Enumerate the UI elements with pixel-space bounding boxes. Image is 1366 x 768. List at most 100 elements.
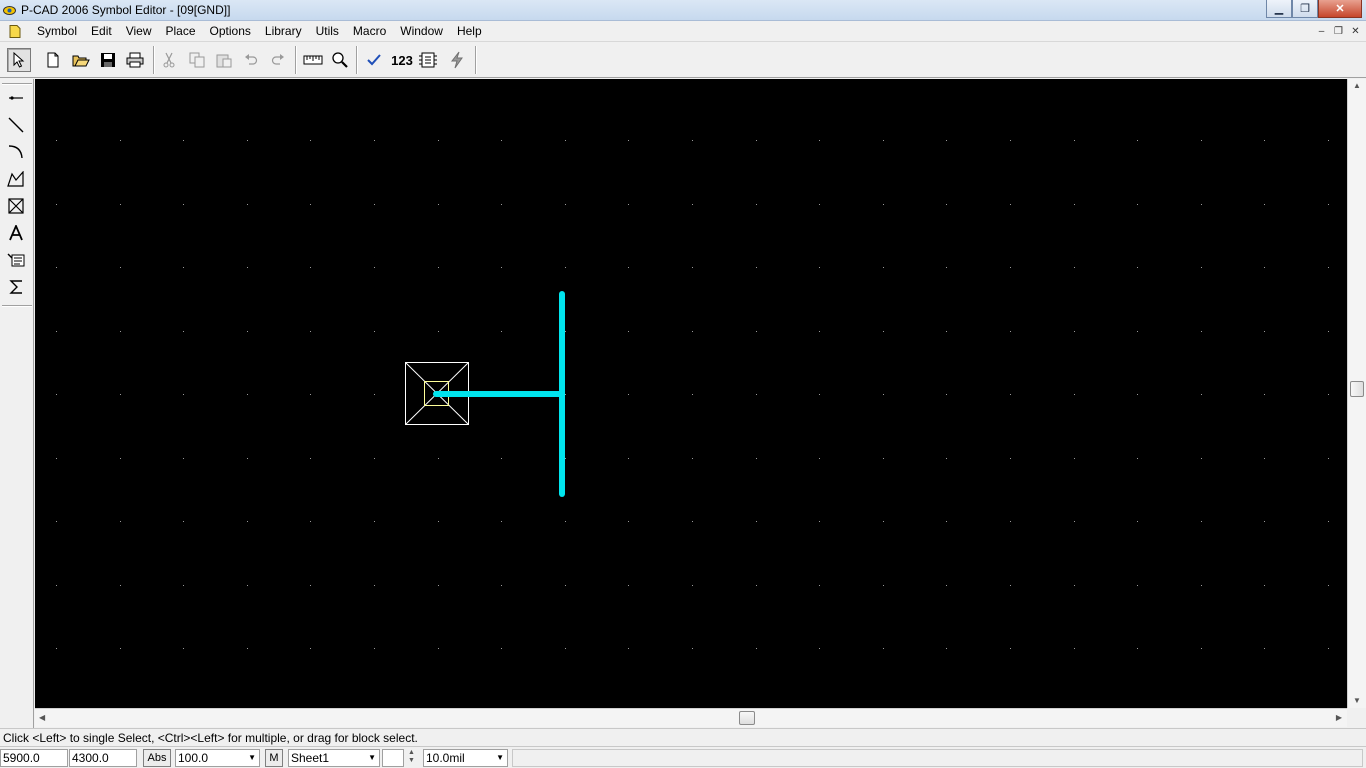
grid-dot [1264, 458, 1265, 459]
grid-dot [438, 140, 439, 141]
select-tool-button[interactable] [7, 48, 31, 72]
grid-dot [310, 267, 311, 268]
place-attribute-button[interactable] [5, 249, 27, 271]
zoom-select[interactable]: 100.0 ▼ [175, 749, 260, 767]
x-coordinate-field[interactable]: 5900.0 [0, 749, 68, 767]
maximize-button[interactable]: ❐ [1292, 0, 1318, 18]
grid-dot [819, 204, 820, 205]
grid-dot [1264, 585, 1265, 586]
floppy-disk-icon [101, 53, 115, 67]
redo-button[interactable] [266, 48, 290, 72]
grid-dot [756, 267, 757, 268]
arrow-cursor-icon [13, 52, 25, 68]
cut-button[interactable] [157, 48, 181, 72]
menu-options[interactable]: Options [203, 24, 258, 39]
new-button[interactable] [41, 48, 65, 72]
grid-dot [565, 458, 566, 459]
horizontal-scroll-thumb[interactable] [739, 711, 755, 725]
place-pin-button[interactable] [5, 87, 27, 109]
save-button[interactable] [96, 48, 120, 72]
scroll-right-icon[interactable]: ▶ [1336, 713, 1342, 722]
copy-button[interactable] [185, 48, 209, 72]
menu-view[interactable]: View [119, 24, 159, 39]
grid-dot [946, 521, 947, 522]
mdi-minimize-button[interactable]: – [1313, 24, 1330, 39]
y-coordinate-field[interactable]: 4300.0 [69, 749, 137, 767]
place-line-button[interactable] [5, 114, 27, 136]
document-icon[interactable] [9, 25, 21, 38]
grid-dot [628, 585, 629, 586]
menu-window[interactable]: Window [393, 24, 450, 39]
menu-utils[interactable]: Utils [309, 24, 346, 39]
scroll-left-icon[interactable]: ◀ [39, 713, 45, 722]
menu-place[interactable]: Place [159, 24, 203, 39]
grid-dot [883, 267, 884, 268]
menu-symbol[interactable]: Symbol [30, 24, 84, 39]
grid-dot [56, 204, 57, 205]
grid-dot [692, 140, 693, 141]
grid-dot [438, 521, 439, 522]
place-field-button[interactable] [5, 276, 27, 298]
grid-dot [565, 267, 566, 268]
place-text-button[interactable] [5, 222, 27, 244]
minimize-button[interactable]: ▁ [1266, 0, 1292, 18]
spin-down-icon[interactable]: ▼ [406, 757, 417, 765]
grid-dot [692, 267, 693, 268]
lightning-button[interactable] [445, 48, 469, 72]
horizontal-scrollbar[interactable]: ◀ ▶ [35, 708, 1347, 727]
print-button[interactable] [123, 48, 147, 72]
m-toggle-button[interactable]: M [265, 749, 283, 767]
measure-button[interactable] [301, 48, 325, 72]
grid-dot [310, 204, 311, 205]
scroll-up-icon[interactable]: ▲ [1353, 81, 1361, 90]
checkmark-icon [367, 54, 381, 66]
grid-dot [756, 394, 757, 395]
mdi-close-button[interactable]: ✕ [1347, 24, 1364, 39]
toolbar-separator [295, 46, 297, 74]
toolbar-grip [2, 83, 32, 85]
gnd-symbol[interactable] [433, 291, 565, 497]
grid-dot [756, 204, 757, 205]
place-polygon-button[interactable] [5, 168, 27, 190]
menu-library[interactable]: Library [258, 24, 309, 39]
grid-dot [374, 521, 375, 522]
drawing-canvas[interactable] [35, 79, 1347, 708]
grid-dot [310, 394, 311, 395]
open-button[interactable] [69, 48, 93, 72]
menu-macro[interactable]: Macro [346, 24, 393, 39]
title-bar: P-CAD 2006 Symbol Editor - [09[GND]] ▁ ❐… [0, 0, 1366, 21]
sheet-select[interactable]: Sheet1 ▼ [288, 749, 380, 767]
grid-spinner[interactable]: ▲ ▼ [406, 749, 417, 767]
grid-dot [946, 204, 947, 205]
spin-up-icon[interactable]: ▲ [406, 749, 417, 757]
zoom-button[interactable] [328, 48, 352, 72]
vertical-scrollbar[interactable]: ▲ ▼ [1347, 79, 1366, 708]
grid-dot [183, 204, 184, 205]
menu-help[interactable]: Help [450, 24, 489, 39]
scroll-down-icon[interactable]: ▼ [1353, 696, 1361, 705]
grid-select[interactable]: 10.0mil ▼ [423, 749, 508, 767]
grid-dot [438, 585, 439, 586]
validate-button[interactable] [362, 48, 386, 72]
close-button[interactable]: ✕ [1318, 0, 1362, 18]
grid-dot [56, 394, 57, 395]
grid-dot [628, 267, 629, 268]
undo-button[interactable] [239, 48, 263, 72]
mdi-restore-button[interactable]: ❐ [1330, 24, 1347, 39]
grid-dot [120, 204, 121, 205]
symbol-drawing[interactable] [35, 79, 1347, 708]
paste-button[interactable] [212, 48, 236, 72]
renumber-button[interactable]: 123 [389, 48, 415, 72]
place-arc-button[interactable] [5, 141, 27, 163]
grid-dot [1074, 267, 1075, 268]
layer-color-swatch[interactable] [382, 749, 404, 767]
symbol-wizard-button[interactable] [416, 48, 440, 72]
menu-edit[interactable]: Edit [84, 24, 119, 39]
place-ref-point-button[interactable] [5, 195, 27, 217]
grid-dot [692, 521, 693, 522]
grid-dot [120, 521, 121, 522]
grid-dot [501, 648, 502, 649]
abs-toggle-button[interactable]: Abs [143, 749, 171, 767]
grid-dot [183, 140, 184, 141]
vertical-scroll-thumb[interactable] [1350, 381, 1364, 397]
